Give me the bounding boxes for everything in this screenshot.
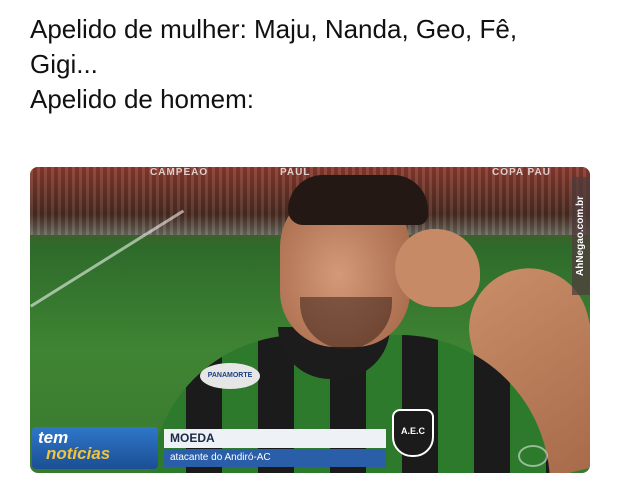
- stadium-ad: COPA PAU: [492, 167, 551, 178]
- tv-lower-third: tem notícias MOEDA atacante do Andiró-AC: [32, 427, 392, 471]
- broadcaster-logo-icon: [518, 445, 548, 467]
- sponsor-badge: PANAMORTE: [200, 363, 260, 389]
- player-hand: [395, 229, 480, 307]
- club-crest-icon: A.E.C: [392, 409, 434, 457]
- stadium-ad: CAMPEAO: [150, 167, 209, 178]
- player-hair: [288, 175, 428, 225]
- player-role: atacante do Andiró-AC: [164, 449, 386, 467]
- caption-line-1: Apelido de mulher: Maju, Nanda, Geo, Fê,: [30, 14, 518, 44]
- player-name: MOEDA: [164, 429, 386, 448]
- tv-program-logo: tem notícias: [32, 427, 158, 469]
- site-watermark: AhNegao.com.br: [572, 177, 590, 295]
- caption-line-3: Apelido de homem:: [30, 84, 255, 114]
- tv-logo-line-2: notícias: [46, 444, 111, 463]
- meme-caption: Apelido de mulher: Maju, Nanda, Geo, Fê,…: [30, 12, 600, 117]
- caption-line-2: Gigi...: [30, 49, 98, 79]
